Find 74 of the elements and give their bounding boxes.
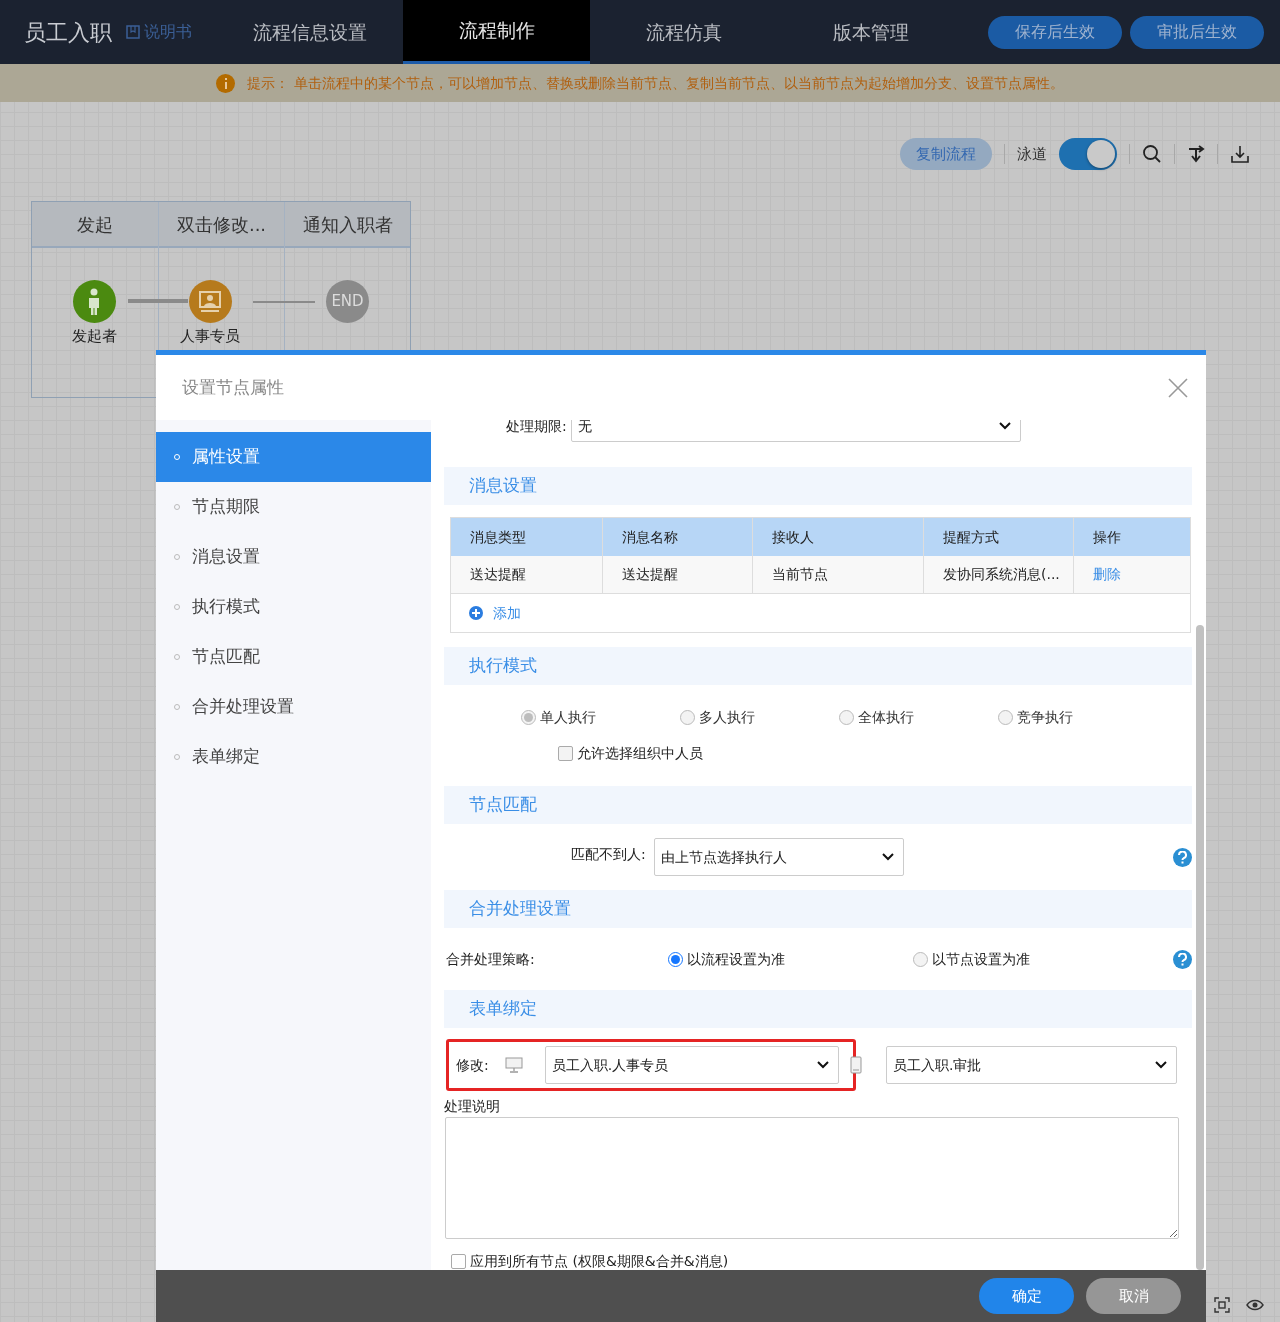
section-header: 消息设置	[444, 467, 1192, 505]
section-header: 执行模式	[444, 647, 1192, 685]
branch-arrow-icon[interactable]	[1187, 145, 1205, 163]
radio-label: 竞争执行	[1017, 707, 1073, 727]
deadline-select[interactable]: 无	[570, 420, 1021, 442]
phone-icon	[850, 1056, 862, 1074]
connector-line	[253, 301, 315, 303]
match-select[interactable]: 由上节点选择执行人	[653, 838, 904, 876]
field-label: 修改:	[456, 1055, 489, 1075]
table-cell-text: 送达提醒	[469, 565, 527, 584]
help-icon[interactable]	[1173, 949, 1192, 969]
lane-header: 通知入职者	[285, 202, 410, 248]
chevron-down-icon	[880, 852, 895, 862]
sidebar-item[interactable]: 消息设置	[156, 532, 431, 582]
sidebar-item[interactable]: 表单绑定	[156, 732, 431, 782]
column-header: 消息类型	[469, 527, 527, 547]
radio-label: 全体执行	[858, 707, 914, 727]
nav-tab[interactable]: 流程制作	[403, 0, 590, 64]
nav-tab[interactable]: 流程仿真	[590, 0, 777, 64]
monitor-icon	[504, 1057, 523, 1073]
book-icon	[126, 25, 140, 39]
chevron-down-icon	[815, 1060, 830, 1070]
lane-header: 发起	[32, 202, 158, 248]
sidebar-item[interactable]: 属性设置	[156, 432, 431, 482]
dialog-title: 设置节点属性	[182, 375, 284, 399]
download-icon[interactable]	[1230, 144, 1250, 164]
sidebar-item[interactable]: 执行模式	[156, 582, 431, 632]
chevron-down-icon	[997, 421, 1012, 431]
app-title: 员工入职	[24, 18, 112, 47]
chevron-down-icon	[1154, 1060, 1168, 1070]
sidebar-item[interactable]: 合并处理设置	[156, 682, 431, 732]
checkbox-label: 应用到所有节点 (权限&期限&合并&消息)	[470, 1252, 729, 1270]
confirm-button[interactable]: 确定	[979, 1278, 1074, 1314]
monitor-person-node-icon[interactable]	[188, 280, 232, 323]
add-link[interactable]: 添加	[451, 594, 527, 632]
table-cell: 当前节点	[752, 556, 923, 593]
section-header: 表单绑定	[444, 990, 1192, 1028]
field-label: 匹配不到人:	[571, 845, 646, 864]
info-icon	[216, 73, 236, 93]
search-icon[interactable]	[1142, 144, 1162, 164]
section-header: 节点匹配	[444, 786, 1192, 824]
node-label: 人事专员	[180, 326, 240, 347]
hint-text: 提示： 单击流程中的某个节点，可以增加节点、替换或删除当前节点、复制当前节点、以当前节点为起始增加分支、设置节点属性。	[247, 73, 1064, 93]
checkbox-label: 允许选择组织中人员	[577, 743, 703, 763]
node-label: 发起者	[71, 326, 117, 347]
form-select[interactable]: 员工入职.人事专员	[544, 1046, 839, 1084]
scrollbar-thumb[interactable]	[1196, 625, 1204, 1270]
sidebar-item[interactable]: 节点匹配	[156, 632, 431, 682]
note-field[interactable]	[445, 1117, 1179, 1239]
radio-label: 以流程设置为准	[687, 949, 785, 969]
radio-label: 多人执行	[699, 707, 755, 727]
lane-toggle[interactable]	[1059, 138, 1117, 170]
checkbox[interactable]	[451, 1254, 466, 1269]
radio-label: 单人执行	[540, 707, 596, 727]
table-cell: 送达提醒	[602, 556, 752, 593]
plus-circle-icon	[469, 606, 483, 620]
nav-tab[interactable]: 流程信息设置	[216, 0, 403, 64]
fit-screen-icon[interactable]	[1214, 1297, 1230, 1313]
eye-icon[interactable]	[1246, 1297, 1264, 1313]
radio-button[interactable]	[668, 951, 683, 967]
close-button[interactable]	[1166, 375, 1190, 400]
field-label: 合并处理策略:	[446, 949, 536, 969]
nav-tab[interactable]: 版本管理	[777, 0, 964, 64]
table-cell: 发协同系统消息(...	[923, 556, 1073, 593]
help-icon[interactable]	[1173, 847, 1192, 867]
sidebar-item[interactable]: 节点期限	[156, 482, 431, 532]
lane-header: 双击修改...	[159, 202, 284, 248]
section-header: 合并处理设置	[444, 890, 1192, 928]
radio-button[interactable]	[913, 951, 928, 967]
form-select[interactable]: 员工入职.审批	[886, 1046, 1177, 1084]
person-node-icon[interactable]	[72, 280, 116, 323]
lane-label: 泳道	[1017, 143, 1047, 165]
field-label: 处理说明	[444, 1097, 500, 1116]
radio-label: 以节点设置为准	[932, 949, 1030, 969]
